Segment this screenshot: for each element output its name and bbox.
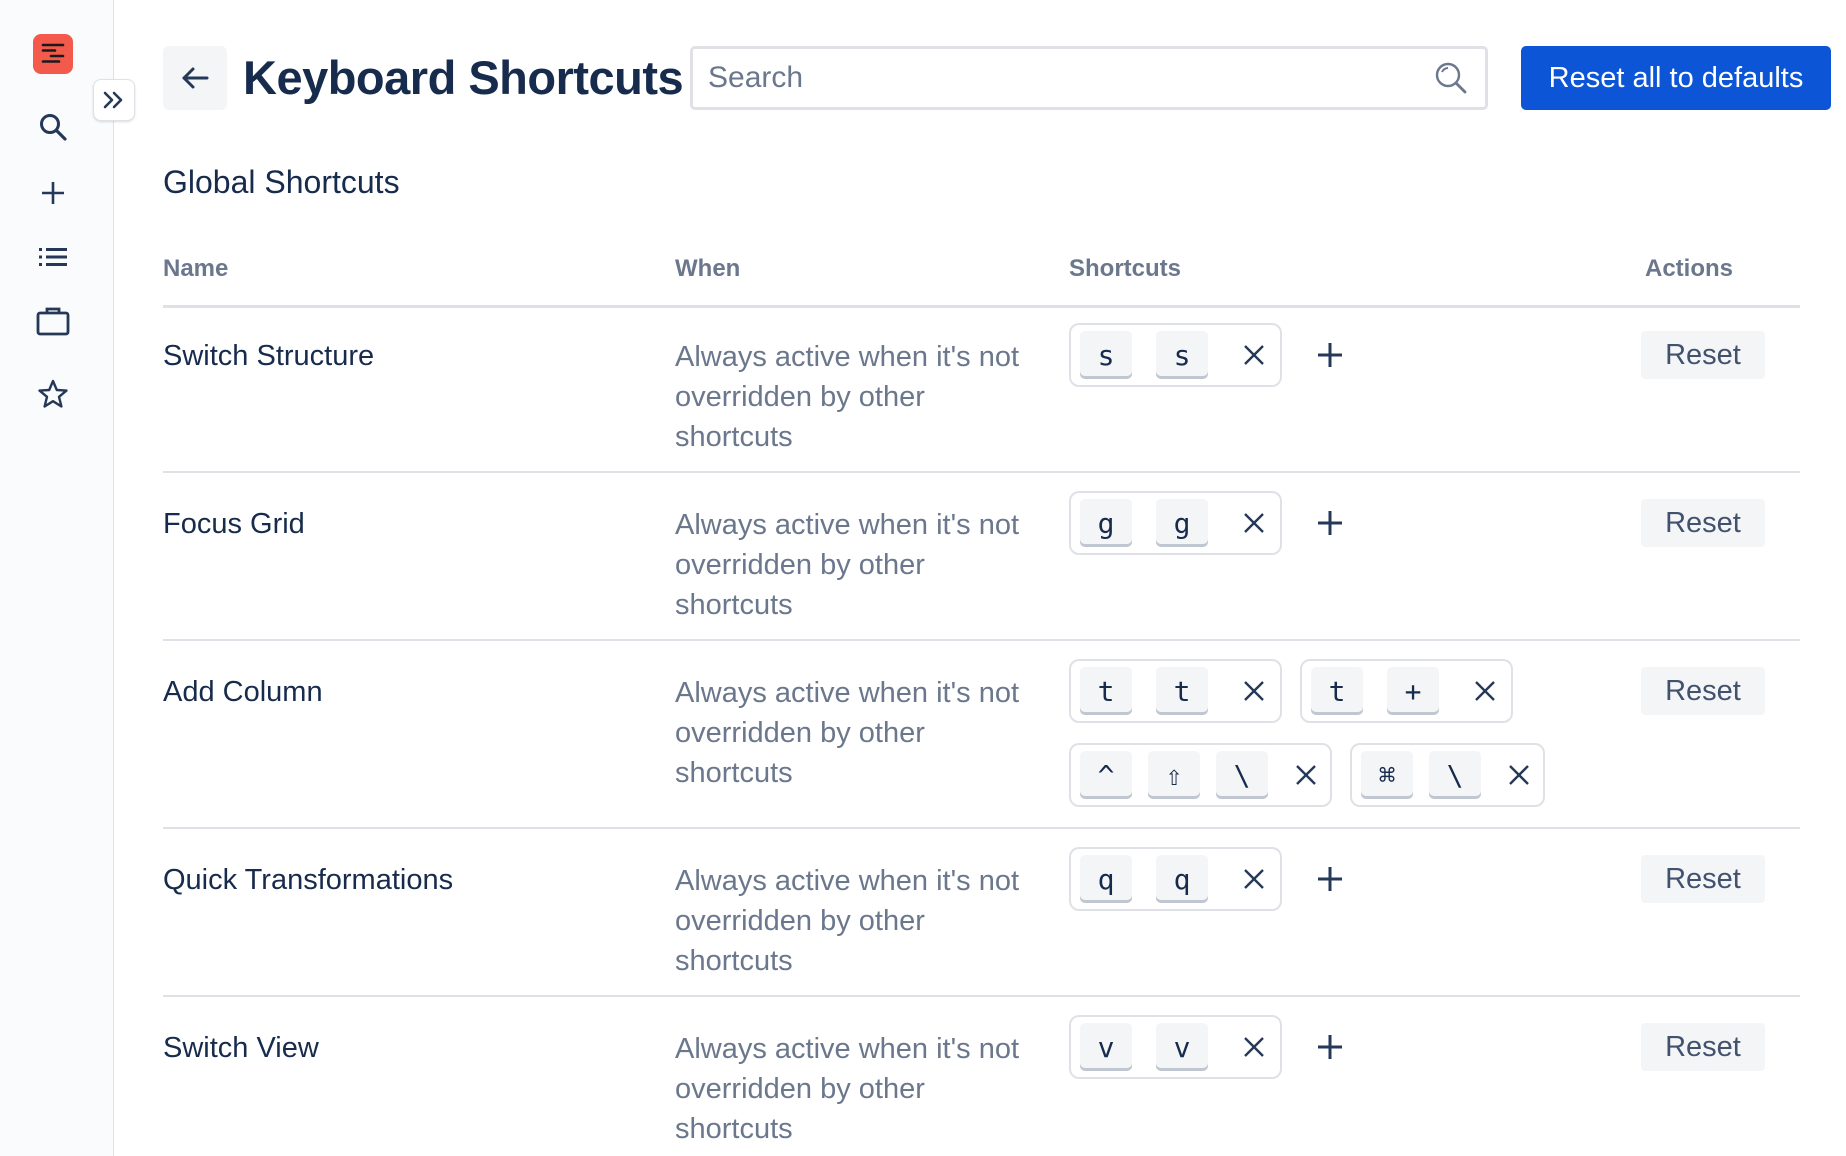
- reset-button[interactable]: Reset: [1641, 331, 1765, 379]
- plus-icon[interactable]: [1308, 501, 1352, 545]
- column-header-shortcuts: Shortcuts: [1069, 255, 1182, 282]
- key-cap: \: [1216, 751, 1268, 799]
- shortcut-when: Always active when it's not overridden b…: [675, 1033, 1020, 1145]
- reset-button[interactable]: Reset: [1641, 1023, 1765, 1071]
- key-cap: v: [1080, 1023, 1132, 1071]
- briefcase-icon[interactable]: [33, 301, 73, 341]
- list-icon[interactable]: [33, 237, 73, 277]
- key-cap: \: [1429, 751, 1481, 799]
- reset-all-button[interactable]: Reset all to defaults: [1521, 46, 1831, 110]
- key-cap: g: [1080, 499, 1132, 547]
- table-row: Switch Structure Always active when it's…: [163, 305, 1800, 473]
- key-cap: q: [1080, 855, 1132, 903]
- close-icon[interactable]: [1232, 333, 1276, 377]
- key-cap: t: [1156, 667, 1208, 715]
- shortcut-combo[interactable]: ⌘ \: [1350, 743, 1545, 807]
- shortcut-combo[interactable]: t +: [1300, 659, 1513, 723]
- plus-icon[interactable]: [1308, 1025, 1352, 1069]
- close-icon[interactable]: [1232, 857, 1276, 901]
- app-logo-icon[interactable]: [33, 34, 73, 74]
- reset-button[interactable]: Reset: [1641, 499, 1765, 547]
- double-chevron-right-icon[interactable]: [93, 79, 135, 121]
- shortcut-when: Always active when it's not overridden b…: [675, 865, 1020, 977]
- arrow-left-icon: [180, 65, 210, 91]
- shortcut-combo[interactable]: g g: [1069, 491, 1282, 555]
- key-cap: t: [1311, 667, 1363, 715]
- close-icon[interactable]: [1232, 669, 1276, 713]
- shortcut-name: Switch Structure: [163, 340, 375, 372]
- key-cap: s: [1080, 331, 1132, 379]
- shortcut-name: Add Column: [163, 676, 323, 708]
- table-row: Focus Grid Always active when it's not o…: [163, 473, 1800, 641]
- shortcut-when: Always active when it's not overridden b…: [675, 509, 1020, 621]
- column-header-when: When: [675, 255, 741, 282]
- key-cap: q: [1156, 855, 1208, 903]
- table-row: Add Column Always active when it's not o…: [163, 641, 1800, 829]
- search-box[interactable]: [690, 46, 1488, 110]
- shortcut-when: Always active when it's not overridden b…: [675, 341, 1020, 453]
- plus-icon[interactable]: [1308, 333, 1352, 377]
- shortcut-combo[interactable]: t t: [1069, 659, 1282, 723]
- reset-button[interactable]: Reset: [1641, 667, 1765, 715]
- key-cap: t: [1080, 667, 1132, 715]
- search-input[interactable]: [706, 60, 1431, 96]
- shortcut-name: Quick Transformations: [163, 864, 454, 896]
- key-cap: ^: [1080, 751, 1132, 799]
- page-title: Keyboard Shortcuts: [243, 51, 684, 104]
- shortcut-combo[interactable]: v v: [1069, 1015, 1282, 1079]
- key-cap: ⌘: [1361, 751, 1413, 799]
- key-cap: ⇧: [1148, 751, 1200, 799]
- shortcut-name: Switch View: [163, 1032, 319, 1064]
- plus-icon[interactable]: [33, 173, 73, 213]
- key-cap: v: [1156, 1023, 1208, 1071]
- close-icon[interactable]: [1284, 753, 1328, 797]
- search-icon[interactable]: [1431, 58, 1471, 98]
- shortcut-when: Always active when it's not overridden b…: [675, 677, 1020, 789]
- close-icon[interactable]: [1463, 669, 1507, 713]
- shortcut-combo[interactable]: s s: [1069, 323, 1282, 387]
- left-sidebar: [0, 0, 114, 1156]
- search-icon[interactable]: [33, 107, 73, 147]
- table-row: Switch View Always active when it's not …: [163, 997, 1800, 1156]
- section-title: Global Shortcuts: [163, 164, 400, 200]
- column-header-name: Name: [163, 255, 229, 282]
- key-cap: s: [1156, 331, 1208, 379]
- back-button[interactable]: [163, 46, 227, 110]
- key-cap: +: [1387, 667, 1439, 715]
- shortcut-combo[interactable]: ^ ⇧ \: [1069, 743, 1332, 807]
- close-icon[interactable]: [1232, 1025, 1276, 1069]
- table-header: Name When Shortcuts Actions: [163, 255, 1800, 308]
- shortcut-name: Focus Grid: [163, 508, 305, 540]
- table-row: Quick Transformations Always active when…: [163, 829, 1800, 997]
- key-cap: g: [1156, 499, 1208, 547]
- close-icon[interactable]: [1232, 501, 1276, 545]
- plus-icon[interactable]: [1308, 857, 1352, 901]
- reset-button[interactable]: Reset: [1641, 855, 1765, 903]
- column-header-actions: Actions: [1645, 255, 1734, 282]
- shortcut-combo[interactable]: q q: [1069, 847, 1282, 911]
- close-icon[interactable]: [1497, 753, 1541, 797]
- star-icon[interactable]: [33, 374, 73, 414]
